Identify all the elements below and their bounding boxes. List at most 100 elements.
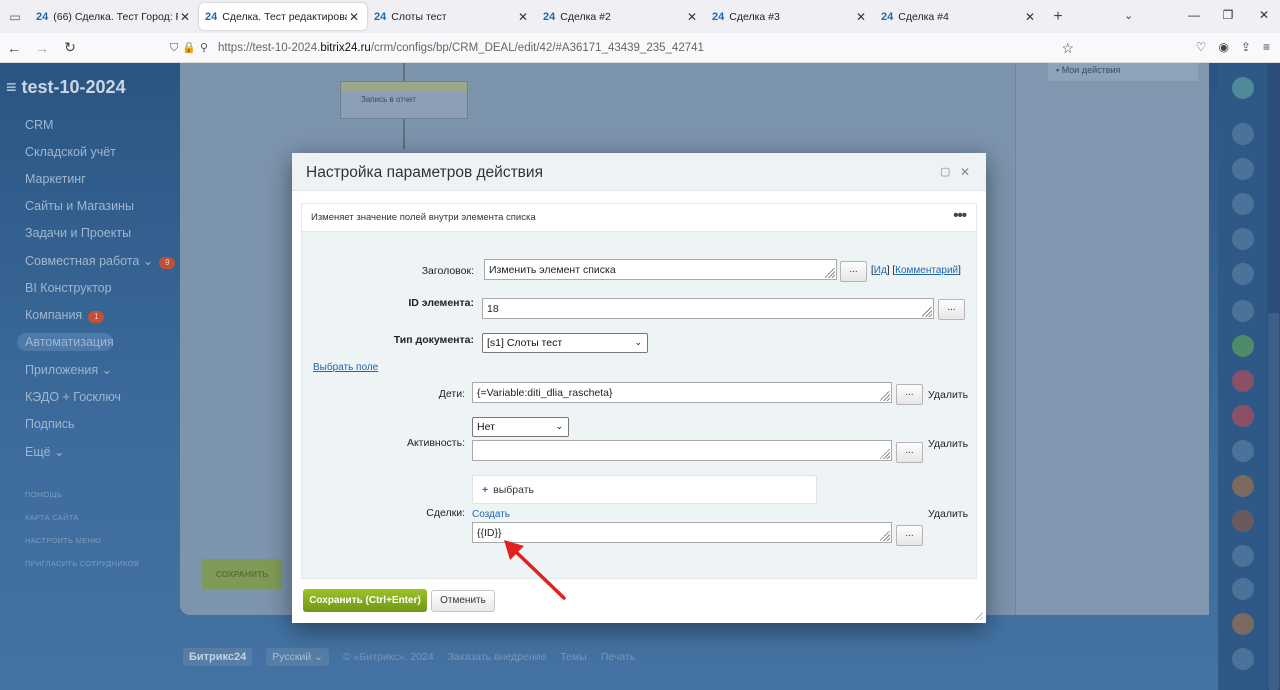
title-picker-button[interactable]: ... [840, 261, 867, 282]
deals-pick-box[interactable]: + выбрать [472, 475, 817, 504]
avatar[interactable] [1232, 578, 1254, 600]
my-actions-header[interactable]: ▪ Мои действия [1048, 63, 1198, 81]
language-select[interactable]: Русский ⌄ [266, 648, 329, 666]
sidebar-item-bi[interactable]: BI Конструктор [25, 281, 112, 295]
browser-tab[interactable]: 24 Сделка #4 ✕ [875, 3, 1043, 30]
rail-icon[interactable] [1232, 193, 1254, 215]
tab-overview-icon[interactable]: ▭ [0, 0, 30, 33]
sidebar-item-automation[interactable]: Автоматизация [25, 335, 114, 349]
activity-picker-button[interactable]: ... [896, 442, 923, 463]
back-icon[interactable]: ← [0, 40, 28, 56]
browser-tab[interactable]: 24 Сделка #2 ✕ [537, 3, 705, 30]
more-options-icon[interactable]: ••• [953, 207, 967, 224]
minimize-icon[interactable]: — [1184, 8, 1204, 22]
avatar[interactable] [1232, 475, 1254, 497]
close-window-icon[interactable]: ✕ [1254, 8, 1274, 22]
tab-list-chevron-icon[interactable]: ⌄ [1124, 9, 1133, 22]
dialog-resize-icon[interactable] [974, 611, 983, 620]
choose-field-link[interactable]: Выбрать поле [313, 362, 378, 373]
footer-brand[interactable]: Битрикс24 [183, 648, 253, 666]
extensions-icon[interactable]: ⇪ [1241, 40, 1251, 54]
sidebar-item-sites[interactable]: Сайты и Магазины [25, 199, 134, 213]
children-picker-button[interactable]: ... [896, 384, 923, 405]
resize-grip-icon[interactable] [880, 391, 890, 401]
sidebar-item-collab[interactable]: Совместная работа ⌄ 9 [25, 253, 176, 269]
close-tab-icon[interactable]: ✕ [1023, 10, 1037, 24]
resize-grip-icon[interactable] [880, 531, 890, 541]
close-tab-icon[interactable]: ✕ [516, 10, 530, 24]
sidebar-item-marketing[interactable]: Маркетинг [25, 172, 86, 186]
id-link[interactable]: Ид [874, 265, 887, 276]
bp-save-button[interactable]: СОХРАНИТЬ [202, 559, 282, 589]
url-text[interactable]: https://test-10-2024.bitrix24.ru/crm/con… [218, 42, 704, 54]
children-field[interactable]: {=Variable:diti_dlia_rascheta} [472, 382, 892, 403]
pocket-icon[interactable]: ♡ [1196, 40, 1207, 54]
cancel-button[interactable]: Отменить [431, 590, 495, 612]
browser-tab-active[interactable]: 24 Сделка. Тест редактирование: ✕ [199, 3, 367, 30]
avatar[interactable] [1232, 263, 1254, 285]
avatar[interactable] [1232, 613, 1254, 635]
avatar[interactable] [1232, 545, 1254, 567]
menu-icon[interactable]: ≡ [1263, 40, 1270, 54]
browser-tab[interactable]: 24 Слоты тест ✕ [368, 3, 536, 30]
activity-select[interactable]: Нет ⌄ [472, 417, 569, 437]
close-tab-icon[interactable]: ✕ [854, 10, 868, 24]
close-tab-icon[interactable]: ✕ [685, 10, 699, 24]
close-tab-icon[interactable]: ✕ [347, 10, 361, 24]
sidebar-link-menu-settings[interactable]: НАСТРОИТЬ МЕНЮ [25, 536, 101, 545]
portal-logo[interactable]: ≡ test-10-2024 [6, 77, 126, 98]
forward-icon[interactable]: → [28, 40, 56, 56]
save-button[interactable]: Сохранить (Ctrl+Enter) [303, 589, 427, 612]
footer-print-link[interactable]: Печать [601, 651, 635, 663]
children-delete-link[interactable]: Удалить [928, 389, 968, 401]
help-icon[interactable] [1232, 77, 1254, 99]
restore-icon[interactable]: ❐ [1218, 8, 1238, 22]
footer-order-link[interactable]: Заказать внедрение [448, 651, 547, 663]
sidebar-link-help[interactable]: ПОМОЩЬ [25, 490, 62, 499]
footer-themes-link[interactable]: Темы [560, 651, 586, 663]
bp-activity-block[interactable]: Запись в отчет [340, 81, 468, 119]
avatar[interactable] [1232, 440, 1254, 462]
create-link[interactable]: Создать [472, 509, 510, 520]
search-icon[interactable] [1232, 228, 1254, 250]
title-field[interactable]: Изменить элемент списка [484, 259, 837, 280]
account-icon[interactable]: ◉ [1218, 40, 1228, 54]
resize-grip-icon[interactable] [922, 307, 932, 317]
scrollbar-thumb[interactable] [1268, 313, 1279, 690]
sidebar-item-more[interactable]: Ещё ⌄ [25, 444, 65, 459]
deals-delete-link[interactable]: Удалить [928, 508, 968, 520]
doc-type-select[interactable]: [s1] Слоты тест ⌄ [482, 333, 648, 353]
resize-grip-icon[interactable] [880, 449, 890, 459]
deals-picker-button[interactable]: ... [896, 525, 923, 546]
sidebar-item-warehouse[interactable]: Складской учёт [25, 145, 116, 159]
sidebar-item-sign[interactable]: Подпись [25, 417, 74, 431]
element-id-picker-button[interactable]: ... [938, 299, 965, 320]
sidebar-link-sitemap[interactable]: КАРТА САЙТА [25, 513, 79, 522]
element-id-field[interactable]: 18 [482, 298, 934, 319]
sidebar-item-apps[interactable]: Приложения ⌄ [25, 362, 112, 377]
url-bar[interactable]: ⛉🔒⚲ https://test-10-2024.bitrix24.ru/crm… [170, 36, 1090, 60]
sidebar-item-tasks[interactable]: Задачи и Проекты [25, 226, 131, 240]
avatar[interactable] [1232, 335, 1254, 357]
sidebar-item-kedo[interactable]: КЭДО + Госключ [25, 390, 121, 404]
browser-tab[interactable]: 24 (66) Сделка. Тест Город: Родак ✕ [30, 3, 198, 30]
rail-icon[interactable] [1232, 123, 1254, 145]
avatar[interactable] [1232, 648, 1254, 670]
avatar[interactable] [1232, 300, 1254, 322]
avatar[interactable] [1232, 510, 1254, 532]
resize-grip-icon[interactable] [825, 268, 835, 278]
sidebar-link-invite[interactable]: ПРИГЛАСИТЬ СОТРУДНИКОВ [25, 559, 139, 568]
activity-field[interactable] [472, 440, 892, 461]
comment-link[interactable]: Комментарий [895, 265, 958, 276]
reload-icon[interactable]: ↻ [56, 39, 84, 56]
activity-delete-link[interactable]: Удалить [928, 438, 968, 450]
avatar[interactable] [1232, 405, 1254, 427]
avatar[interactable] [1232, 370, 1254, 392]
sidebar-item-crm[interactable]: CRM [25, 118, 53, 132]
notifications-icon[interactable] [1232, 158, 1254, 180]
sidebar-item-company[interactable]: Компания 1 [25, 308, 105, 323]
new-tab-icon[interactable]: + [1044, 8, 1072, 26]
browser-tab[interactable]: 24 Сделка #3 ✕ [706, 3, 874, 30]
bookmark-star-icon[interactable]: ☆ [1061, 40, 1074, 57]
close-tab-icon[interactable]: ✕ [178, 10, 192, 24]
